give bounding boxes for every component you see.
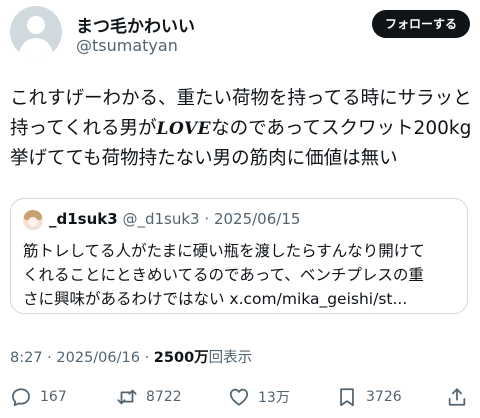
bookmark-button[interactable]: 3726 bbox=[336, 384, 402, 410]
retweet-icon bbox=[117, 389, 137, 405]
meta-separator-2: · bbox=[144, 350, 150, 366]
heart-icon bbox=[229, 388, 249, 406]
like-count: 13万 bbox=[258, 390, 290, 406]
meta-separator: · bbox=[47, 350, 52, 366]
retweet-button[interactable]: 8722 bbox=[116, 384, 182, 410]
quoted-line-1: 筋トレしてる人がたまに硬い瓶を渡したらすんなり開けて bbox=[23, 242, 425, 260]
share-icon bbox=[448, 388, 466, 406]
quoted-header: _d1suk3 @_d1suk3 · 2025/06/15 bbox=[49, 210, 300, 228]
author-name[interactable]: まつ毛かわいい bbox=[76, 12, 195, 37]
tweet-time[interactable]: 8:27 bbox=[10, 350, 43, 366]
quoted-separator: · bbox=[204, 210, 210, 228]
author-handle[interactable]: @tsumatyan bbox=[76, 36, 178, 55]
tweet-header: まつ毛かわいい @tsumatyan フォローする bbox=[10, 6, 470, 62]
follow-button[interactable]: フォローする bbox=[371, 10, 470, 38]
retweet-count: 8722 bbox=[146, 389, 182, 405]
views-count: 2500万 bbox=[153, 350, 209, 366]
tweet-meta: 8:27 · 2025/06/16 · 2500万回表示 bbox=[10, 346, 252, 367]
quoted-tweet[interactable]: _d1suk3 @_d1suk3 · 2025/06/15 筋トレしてる人がたま… bbox=[10, 198, 468, 314]
tweet-line-1: これすげーわかる、重たい荷物を持ってる時にサラッと bbox=[10, 88, 472, 109]
tweet-text: これすげーわかる、重たい荷物を持ってる時にサラッと 持ってくれる男がLOVEなの… bbox=[10, 84, 476, 174]
tweet-date[interactable]: 2025/06/16 bbox=[56, 350, 140, 366]
views-label: 回表示 bbox=[208, 350, 253, 366]
quoted-author-name[interactable]: _d1suk3 bbox=[49, 210, 118, 228]
reply-icon bbox=[12, 388, 30, 407]
tweet-line-2-after: なのであってスクワット200kg bbox=[211, 118, 472, 139]
quoted-date[interactable]: 2025/06/15 bbox=[214, 210, 300, 228]
reply-count: 167 bbox=[40, 389, 67, 405]
quoted-avatar[interactable] bbox=[23, 210, 43, 230]
avatar[interactable] bbox=[10, 6, 62, 58]
tweet-line-2: 持ってくれる男がLOVEなのであってスクワット200kg bbox=[10, 114, 476, 144]
share-button[interactable] bbox=[446, 384, 468, 410]
tweet-line-2-before: 持ってくれる男が bbox=[10, 118, 157, 139]
bookmark-icon bbox=[340, 388, 354, 407]
quoted-author-handle[interactable]: @_d1suk3 bbox=[122, 210, 199, 228]
tweet-line-3: 挙げてても荷物持たない男の筋肉に価値は無い bbox=[10, 148, 398, 169]
like-button[interactable]: 13万 bbox=[228, 384, 290, 410]
bookmark-count: 3726 bbox=[366, 389, 402, 405]
quoted-text: 筋トレしてる人がたまに硬い瓶を渡したらすんなり開けて くれることにときめいてるの… bbox=[23, 239, 463, 311]
action-bar: 167 8722 13万 3726 bbox=[0, 382, 480, 412]
quoted-line-3: さに興味があるわけではない x.com/mika_geishi/st... bbox=[23, 290, 408, 308]
avatar-body-shape bbox=[19, 38, 53, 58]
reply-button[interactable]: 167 bbox=[10, 384, 67, 410]
tweet-love-word: LOVE bbox=[156, 119, 212, 139]
quoted-line-2: くれることにときめいてるのであって、ベンチプレスの重 bbox=[23, 266, 424, 284]
quoted-avatar-face-shape bbox=[28, 217, 38, 227]
avatar-head-shape bbox=[27, 16, 45, 34]
